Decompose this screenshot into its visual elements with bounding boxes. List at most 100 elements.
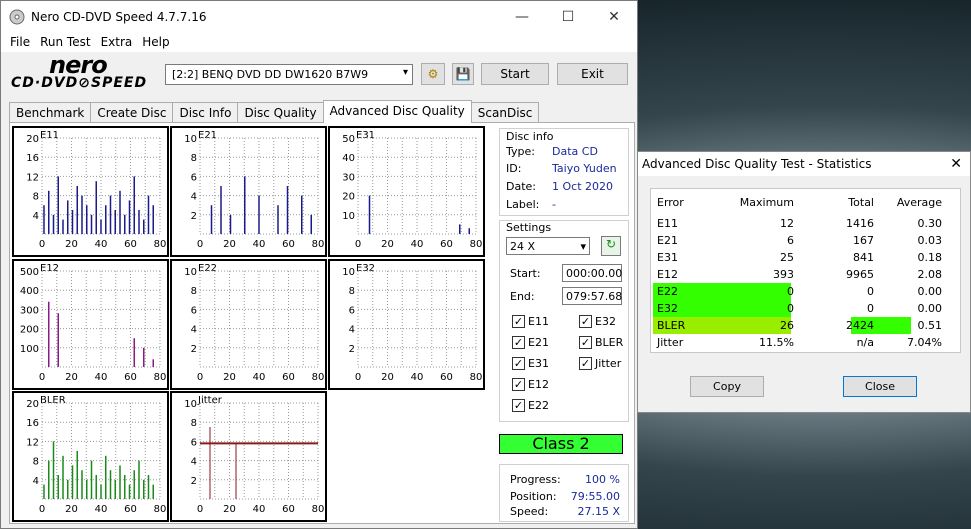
stats-cell: E11 — [657, 217, 678, 230]
main-window: Nero CD-DVD Speed 4.7.7.16 — ☐ ✕ File Ru… — [0, 0, 638, 529]
y-tick-label: 10 — [184, 267, 197, 278]
checkbox-e21[interactable]: ✓ E21 — [512, 336, 549, 349]
drive-settings-button[interactable]: ⚙ — [421, 63, 445, 85]
progress-value: 100 % — [585, 473, 620, 486]
column-header: Average — [896, 196, 942, 209]
label-value: - — [552, 198, 556, 211]
x-tick-label: 0 — [355, 372, 361, 383]
checkbox-label: E11 — [528, 315, 549, 328]
stats-row-bler: BLER 26 2424 0.51 — [651, 317, 962, 334]
x-tick-label: 60 — [124, 239, 137, 250]
stats-row-e11: E11 12 1416 0.30 — [651, 215, 962, 232]
y-tick-label: 4 — [191, 457, 197, 468]
stats-cell: 0 — [867, 285, 874, 298]
x-tick-label: 80 — [154, 372, 167, 383]
tab-scandisc[interactable]: ScanDisc — [470, 102, 540, 123]
speed-label: Speed: — [510, 505, 549, 518]
disc-info-panel: Disc info Type: Data CD ID: Taiyo Yuden … — [499, 128, 629, 216]
disc-info-title: Disc info — [506, 130, 554, 143]
checkbox-label: E21 — [528, 336, 549, 349]
tab-advanced-disc-quality[interactable]: Advanced Disc Quality — [322, 100, 472, 123]
y-tick-label: 100 — [20, 344, 39, 355]
id-value: Taiyo Yuden — [552, 162, 617, 175]
stats-cell: E32 — [657, 302, 678, 315]
menu-file[interactable]: File — [5, 35, 35, 49]
x-tick-label: 80 — [470, 372, 483, 383]
checkbox-e11[interactable]: ✓ E11 — [512, 315, 549, 328]
close-dialog-button[interactable]: Close — [843, 376, 917, 397]
x-tick-label: 40 — [411, 239, 424, 250]
start-field[interactable]: 000:00.00 — [562, 264, 622, 282]
speed-value: 24 X — [510, 240, 536, 253]
graph-e22: E22 10 8 6 4 2 0 20 40 60 80 — [170, 259, 327, 390]
x-tick-label: 60 — [282, 372, 295, 383]
speed-select[interactable]: 24 X ▾ — [506, 237, 590, 255]
tab-benchmark[interactable]: Benchmark — [9, 102, 92, 123]
y-tick-label: 10 — [342, 211, 355, 222]
x-tick-label: 40 — [253, 504, 266, 515]
progress-panel: Progress: 100 % Position: 79:55.00 Speed… — [499, 464, 629, 522]
checkbox-e12[interactable]: ✓ E12 — [512, 378, 549, 391]
stats-cell: E22 — [657, 285, 678, 298]
start-button[interactable]: Start — [481, 63, 549, 85]
start-label: Start: — [510, 267, 541, 280]
tab-disc-quality[interactable]: Disc Quality — [237, 102, 324, 123]
type-label: Type: — [506, 145, 535, 158]
stats-cell: E31 — [657, 251, 678, 264]
y-tick-label: 8 — [191, 418, 197, 429]
x-tick-label: 20 — [65, 239, 78, 250]
menu-help[interactable]: Help — [137, 35, 174, 49]
maximize-button[interactable]: ☐ — [545, 1, 591, 32]
x-tick-label: 0 — [39, 372, 45, 383]
stats-cell: 0.00 — [917, 285, 943, 298]
refresh-icon[interactable]: ↻ — [601, 236, 621, 256]
minimize-button[interactable]: — — [499, 1, 545, 32]
graph-bler: BLER 20 16 12 8 4 0 20 40 60 80 — [12, 391, 169, 522]
close-button[interactable]: ✕ — [591, 1, 637, 32]
y-tick-label: 10 — [184, 134, 197, 145]
stats-cell: n/a — [856, 336, 874, 349]
menu-run-test[interactable]: Run Test — [35, 35, 95, 49]
id-label: ID: — [506, 162, 522, 175]
stats-cell: 9965 — [846, 268, 874, 281]
x-tick-label: 80 — [154, 239, 167, 250]
tab-disc-info[interactable]: Disc Info — [172, 102, 239, 123]
checkbox-e32[interactable]: ✓ E32 — [579, 315, 616, 328]
copy-button[interactable]: Copy — [690, 376, 764, 397]
y-tick-label: 6 — [349, 305, 355, 316]
menu-extra[interactable]: Extra — [96, 35, 138, 49]
check-icon: ✓ — [579, 357, 592, 370]
stats-row-e12: E12 393 9965 2.08 — [651, 266, 962, 283]
checkbox-label: E12 — [528, 378, 549, 391]
stats-cell: 167 — [853, 234, 874, 247]
statistics-dialog: Advanced Disc Quality Test - Statistics … — [637, 151, 971, 413]
checkbox-e31[interactable]: ✓ E31 — [512, 357, 549, 370]
checkbox-e22[interactable]: ✓ E22 — [512, 399, 549, 412]
y-tick-label: 50 — [342, 134, 355, 145]
stats-row-e22: E22 0 0 0.00 — [651, 283, 962, 300]
checkbox-label: E31 — [528, 357, 549, 370]
x-tick-label: 20 — [65, 504, 78, 515]
y-tick-label: 8 — [191, 286, 197, 297]
x-tick-label: 0 — [39, 239, 45, 250]
stats-cell: 7.04% — [907, 336, 942, 349]
checkbox-jitter[interactable]: ✓ Jitter — [579, 357, 621, 370]
tab-create-disc[interactable]: Create Disc — [90, 102, 174, 123]
stats-close-icon[interactable]: ✕ — [950, 156, 962, 172]
stats-cell: 25 — [780, 251, 794, 264]
stats-cell: Jitter — [657, 336, 684, 349]
drive-select[interactable]: [2:2] BENQ DVD DD DW1620 B7W9 ▾ — [165, 64, 413, 85]
save-button[interactable]: 💾 — [452, 63, 474, 85]
x-tick-label: 20 — [381, 372, 394, 383]
floppy-icon: 💾 — [455, 67, 471, 81]
end-field[interactable]: 079:57.68 — [562, 287, 622, 305]
stats-cell: 393 — [773, 268, 794, 281]
stats-cell: 6 — [787, 234, 794, 247]
checkbox-bler[interactable]: ✓ BLER — [579, 336, 623, 349]
y-tick-label: 40 — [342, 153, 355, 164]
tab-bar: Benchmark Create Disc Disc Info Disc Qua… — [9, 100, 540, 123]
stats-cell: 2424 — [846, 319, 874, 332]
exit-button[interactable]: Exit — [557, 63, 628, 85]
y-tick-label: 8 — [33, 457, 39, 468]
position-value: 79:55.00 — [570, 490, 620, 503]
